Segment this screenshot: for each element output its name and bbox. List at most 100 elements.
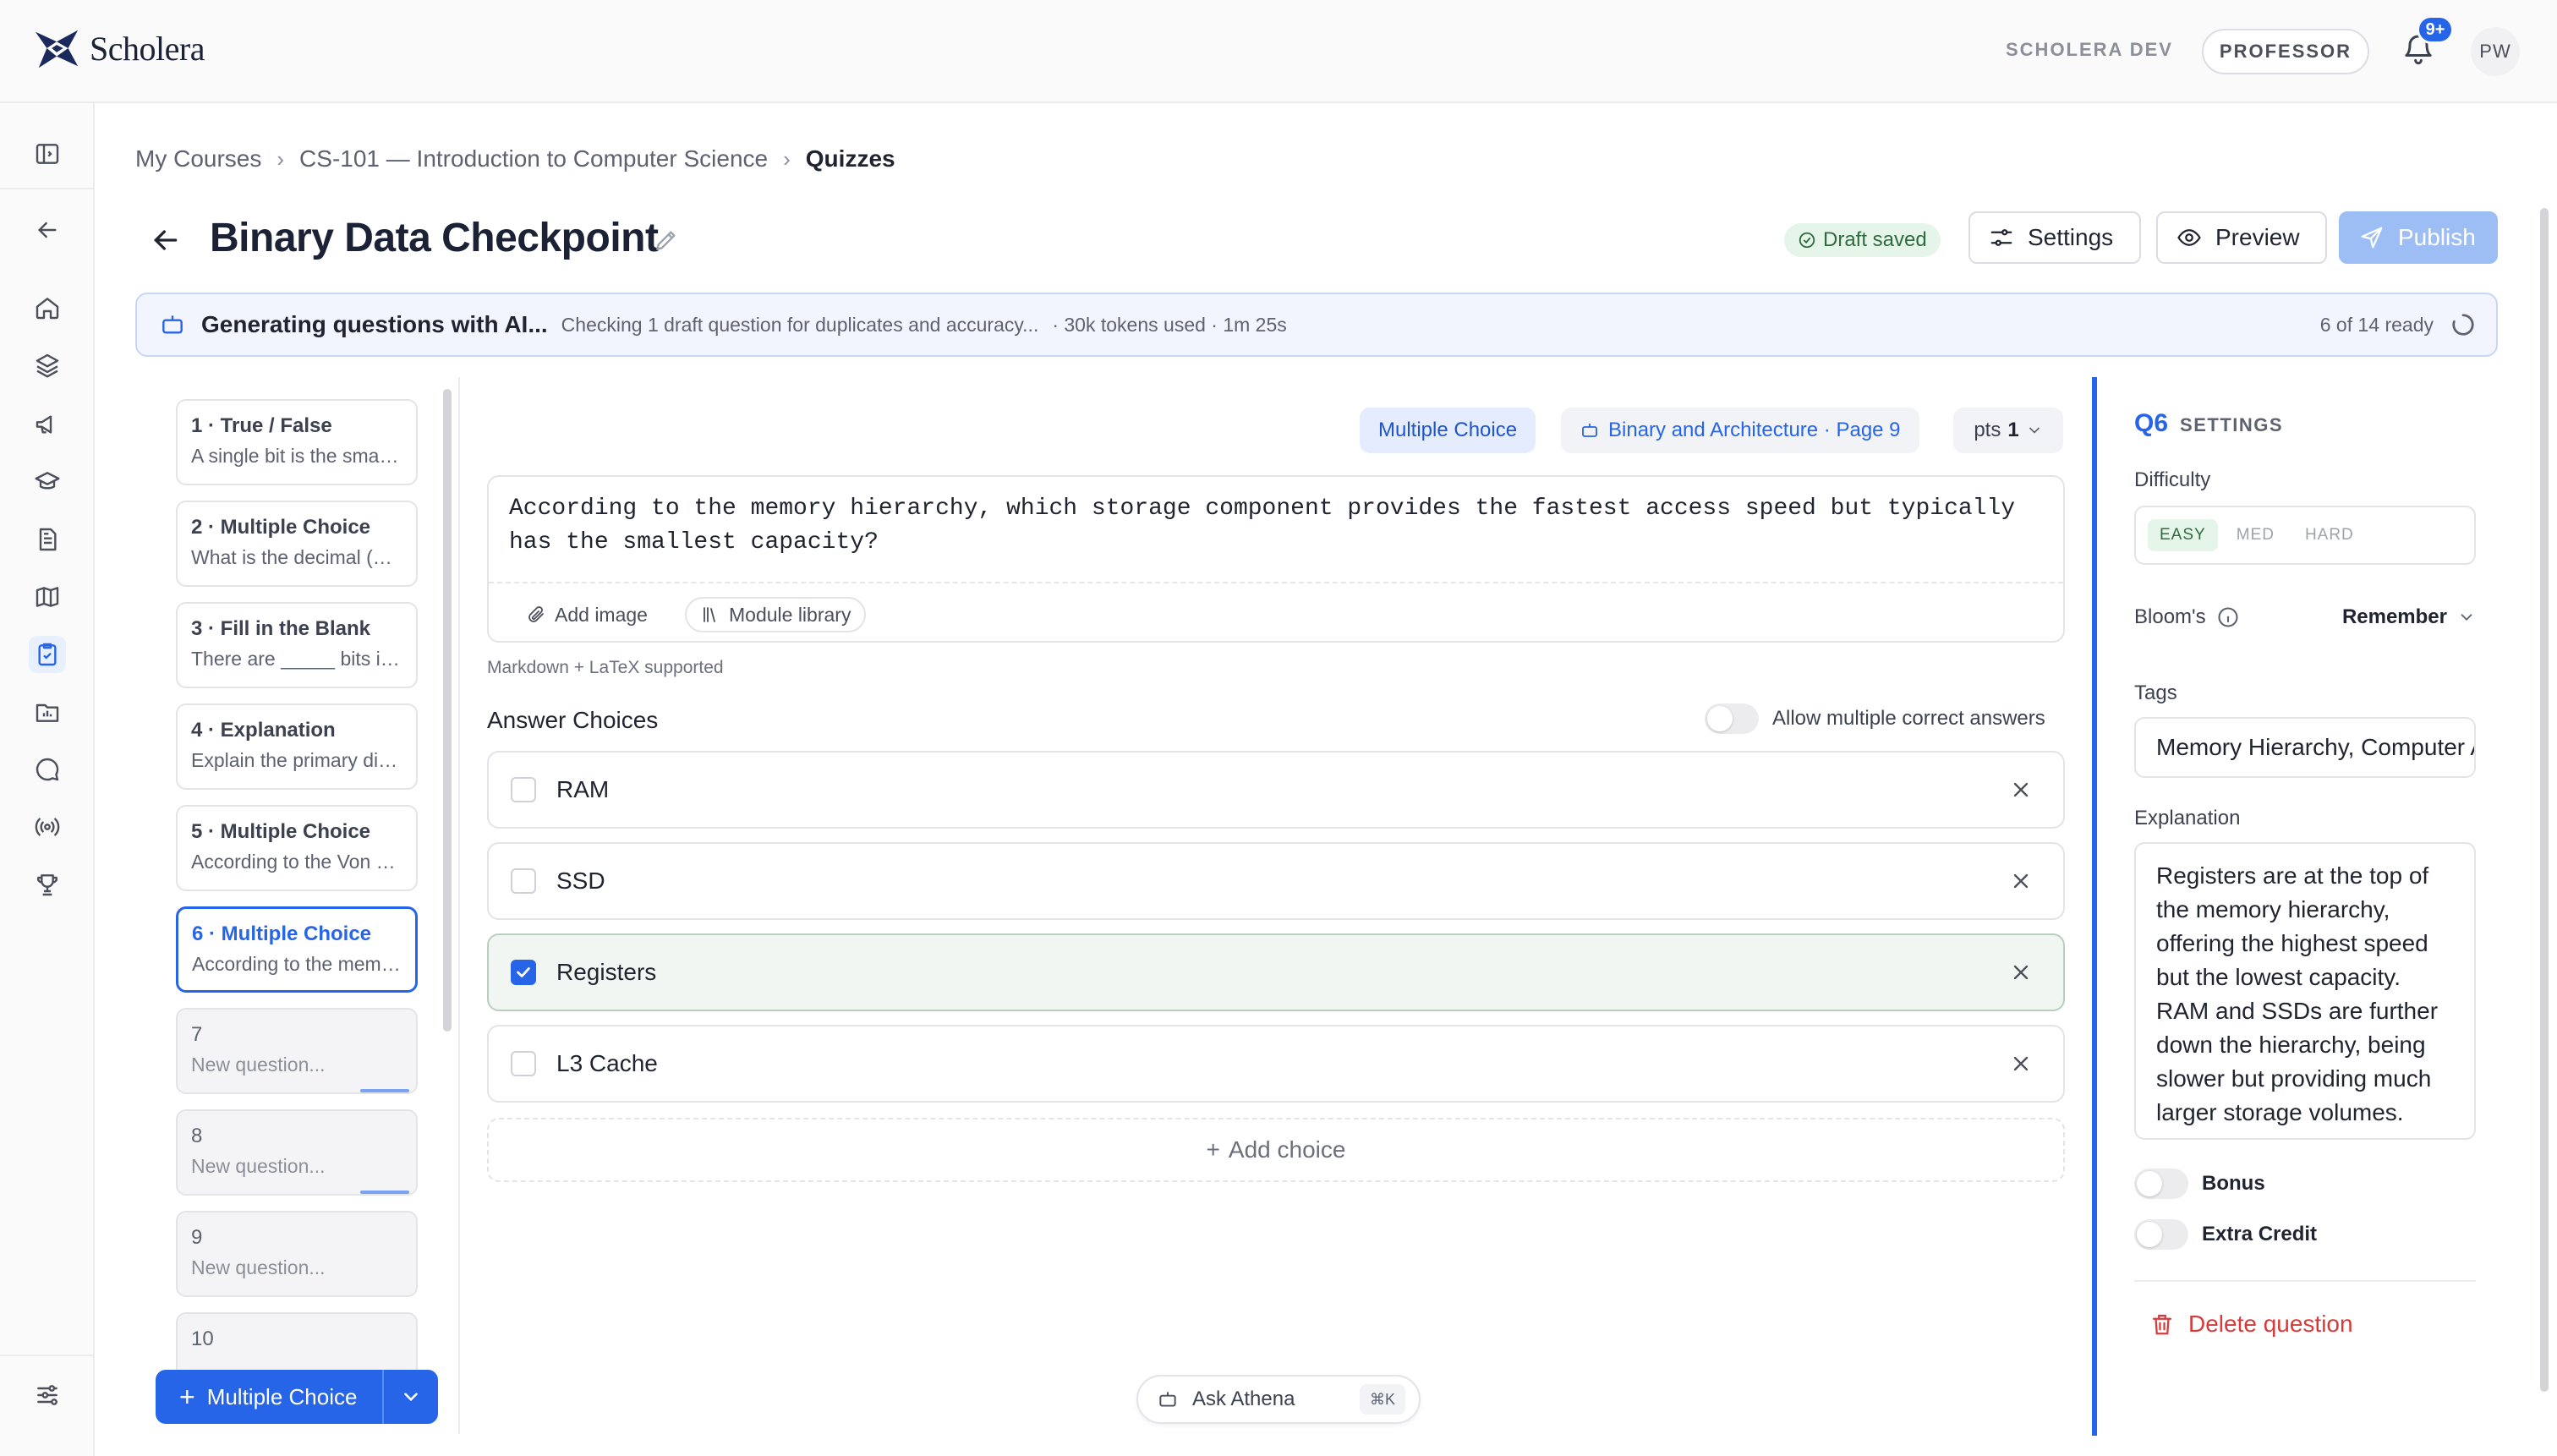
remove-choice-icon[interactable]: [2009, 961, 2033, 984]
question-card[interactable]: 1 · True / False A single bit is the sma…: [176, 399, 418, 485]
correct-checkbox[interactable]: [511, 868, 536, 894]
allow-multiple-toggle[interactable]: [1705, 703, 1759, 734]
question-card-preview: What is the decimal (base-10) value: [191, 546, 402, 568]
nav-live[interactable]: [29, 808, 66, 846]
bonus-toggle[interactable]: [2134, 1169, 2188, 1199]
answer-choices-heading: Answer Choices: [487, 707, 659, 733]
explanation-textarea[interactable]: Registers are at the top of the memory h…: [2134, 842, 2476, 1140]
generation-progress-bar: [360, 1089, 409, 1092]
add-question-button[interactable]: + Multiple Choice: [156, 1370, 384, 1424]
difficulty-easy[interactable]: EASY: [2148, 519, 2218, 551]
nav-home[interactable]: [29, 289, 66, 326]
correct-checkbox[interactable]: [511, 777, 536, 802]
publish-button-label: Publish: [2398, 224, 2476, 250]
remove-choice-icon[interactable]: [2009, 1052, 2033, 1076]
answer-choice-text[interactable]: RAM: [556, 776, 609, 803]
breadcrumb-quizzes[interactable]: Quizzes: [806, 145, 895, 172]
question-prompt-text[interactable]: According to the memory hierarchy, which…: [509, 492, 2040, 560]
answer-choice-text[interactable]: SSD: [556, 868, 605, 895]
tags-input[interactable]: Memory Hierarchy, Computer Architecture: [2134, 717, 2476, 778]
question-card[interactable]: 5 · Multiple Choice According to the Von…: [176, 805, 418, 891]
add-choice-label: Add choice: [1228, 1136, 1346, 1163]
nav-achievements[interactable]: [29, 866, 66, 903]
edit-title-icon[interactable]: [653, 227, 680, 254]
delete-question-button[interactable]: Delete question: [2149, 1311, 2353, 1338]
nav-assignments[interactable]: [29, 521, 66, 558]
trash-icon: [2152, 1314, 2172, 1335]
ask-athena-button[interactable]: Ask Athena ⌘K: [1136, 1375, 1421, 1424]
question-editor: Multiple Choice Binary and Architecture …: [462, 377, 2094, 1434]
publish-button[interactable]: Publish: [2339, 211, 2498, 264]
question-card[interactable]: 2 · Multiple Choice What is the decimal …: [176, 501, 418, 587]
nav-announcements[interactable]: [29, 406, 66, 443]
plus-icon: +: [1206, 1136, 1220, 1163]
ask-athena-label: Ask Athena: [1192, 1388, 1295, 1410]
question-card-pending[interactable]: 8 New question...: [176, 1109, 418, 1196]
question-list-scrollbar[interactable]: [443, 389, 452, 1032]
user-avatar[interactable]: PW: [2471, 27, 2520, 76]
remove-choice-icon[interactable]: [2009, 869, 2033, 893]
question-card-title: 5 · Multiple Choice: [191, 820, 371, 843]
answer-choice-correct[interactable]: Registers: [487, 933, 2065, 1011]
question-prompt-editor[interactable]: According to the memory hierarchy, which…: [487, 475, 2065, 643]
question-card[interactable]: 4 · Explanation Explain the primary diff…: [176, 703, 418, 790]
question-card-pending[interactable]: 7 New question...: [176, 1008, 418, 1094]
nav-discussions[interactable]: [29, 751, 66, 788]
prompt-divider: [489, 582, 2063, 583]
question-card-preview: There are _____ bits in a byte: [191, 648, 402, 670]
question-card[interactable]: 3 · Fill in the Blank There are _____ bi…: [176, 602, 418, 688]
answer-choice-text[interactable]: Registers: [556, 959, 656, 986]
breadcrumb-course[interactable]: CS-101 — Introduction to Computer Scienc…: [299, 145, 768, 172]
question-card-pending[interactable]: 9 New question...: [176, 1211, 418, 1297]
correct-checkbox[interactable]: [511, 1051, 536, 1076]
keyboard-shortcut-hint: ⌘K: [1359, 1384, 1405, 1415]
module-library-button[interactable]: Module library: [685, 597, 867, 632]
preview-button[interactable]: Preview: [2156, 211, 2327, 264]
role-switcher[interactable]: PROFESSOR: [2202, 29, 2369, 74]
add-image-button[interactable]: Add image: [512, 597, 661, 632]
question-type-dropdown[interactable]: [384, 1386, 438, 1408]
back-nav-button[interactable]: [29, 211, 66, 249]
app-logo[interactable]: Scholera: [32, 24, 205, 73]
remove-choice-icon[interactable]: [2009, 778, 2033, 802]
difficulty-hard[interactable]: HARD: [2293, 519, 2366, 551]
nav-gradebook[interactable]: [29, 693, 66, 731]
nav-modules[interactable]: [29, 347, 66, 384]
source-reference-chip[interactable]: Binary and Architecture · Page 9: [1561, 408, 1919, 453]
nav-preferences[interactable]: [29, 1377, 66, 1414]
question-list: 1 · True / False A single bit is the sma…: [135, 377, 460, 1434]
notification-badge: 9+: [2417, 15, 2454, 44]
info-icon[interactable]: [2216, 605, 2240, 629]
robot-icon: [1159, 1392, 1176, 1407]
generation-progress-bar: [360, 1191, 409, 1194]
question-id: Q6: [2134, 409, 2169, 437]
difficulty-medium[interactable]: MED: [2225, 519, 2286, 551]
nav-courses[interactable]: [29, 463, 66, 501]
nav-quizzes[interactable]: [29, 636, 66, 673]
eye-icon: [2177, 229, 2201, 246]
tags-label: Tags: [2134, 681, 2177, 704]
points-selector[interactable]: pts 1: [1953, 408, 2063, 453]
page-scrollbar[interactable]: [2540, 208, 2549, 1392]
blooms-dropdown[interactable]: Remember: [2342, 605, 2476, 629]
extra-credit-toggle[interactable]: [2134, 1219, 2188, 1250]
answer-choice-text[interactable]: L3 Cache: [556, 1050, 658, 1077]
settings-header: Q6 SETTINGS: [2134, 409, 2283, 438]
correct-checkbox-checked[interactable]: [511, 960, 536, 985]
breadcrumb-my-courses[interactable]: My Courses: [135, 145, 261, 172]
home-icon: [36, 298, 59, 320]
chevron-right-icon: ›: [277, 145, 285, 172]
settings-button[interactable]: Settings: [1968, 211, 2141, 264]
chevron-down-icon: [2461, 614, 2472, 621]
page-title: Binary Data Checkpoint: [210, 216, 659, 260]
toggle-sidebar-button[interactable]: [29, 135, 66, 172]
nav-map[interactable]: [29, 578, 66, 616]
answer-choice[interactable]: SSD: [487, 842, 2065, 920]
add-choice-button[interactable]: + Add choice: [487, 1118, 2065, 1182]
answer-choice[interactable]: L3 Cache: [487, 1025, 2065, 1103]
question-type-chip[interactable]: Multiple Choice: [1360, 408, 1536, 453]
blooms-label: Bloom's: [2134, 605, 2206, 628]
answer-choice[interactable]: RAM: [487, 751, 2065, 829]
back-arrow-icon[interactable]: [149, 223, 183, 257]
question-card-selected[interactable]: 6 · Multiple Choice According to the mem…: [176, 906, 418, 993]
